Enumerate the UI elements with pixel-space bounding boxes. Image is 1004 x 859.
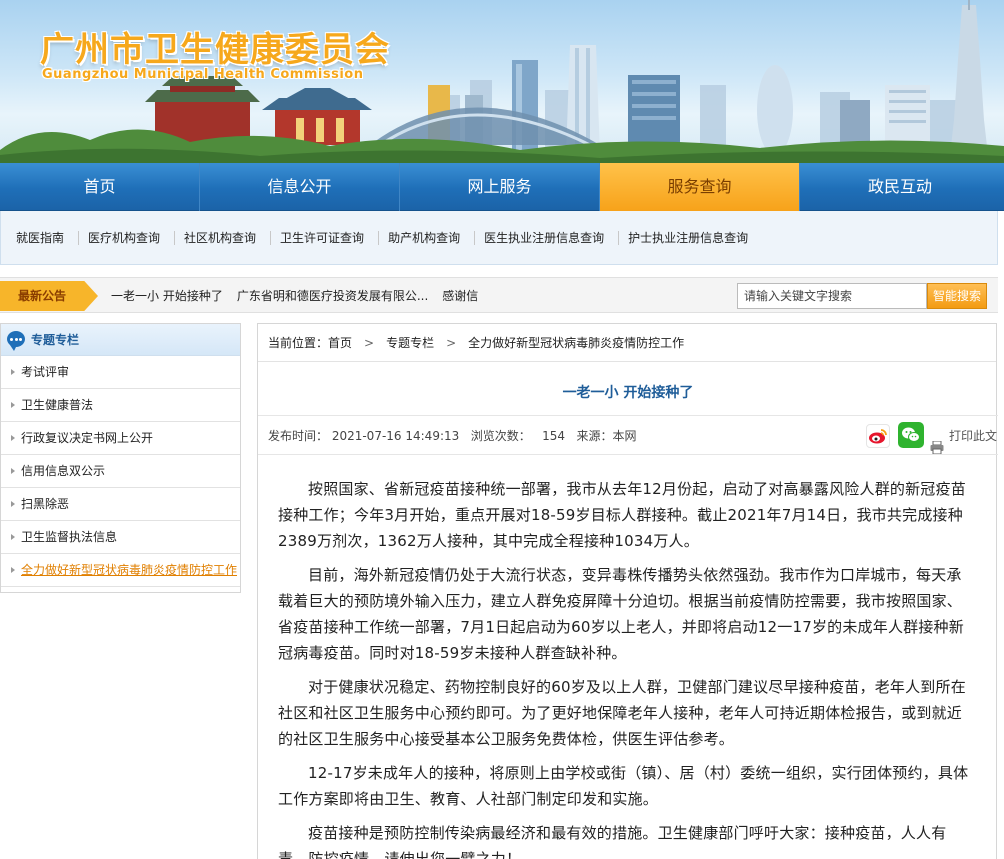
sidebar-item-health-supervision[interactable]: 卫生监督执法信息 [1, 521, 240, 554]
subnav-community-institution-query[interactable]: 社区机构查询 [175, 230, 272, 245]
notice-list: 一老一小 开始接种了 广东省明和德医疗投资发展有限公... 感谢信 [111, 278, 478, 314]
nav-home[interactable]: 首页 [0, 163, 200, 211]
nav-online-services[interactable]: 网上服务 [400, 163, 600, 211]
header-banner: 广州市卫生健康委员会 Guangzhou Municipal Health Co… [0, 0, 1004, 163]
sidebar-item-covid-prevention[interactable]: 全力做好新型冠状病毒肺炎疫情防控工作 [1, 554, 240, 587]
subnav-medical-guide[interactable]: 就医指南 [7, 230, 80, 245]
printer-icon [930, 430, 944, 455]
article-paragraph: 疫苗接种是预防控制传染病最经济和最有效的措施。卫生健康部门呼吁大家：接种疫苗，人… [278, 824, 947, 859]
main-navigation: 首页 信息公开 网上服务 服务查询 政民互动 [0, 163, 1004, 211]
sidebar-item-administrative-review[interactable]: 行政复议决定书网上公开 [1, 422, 240, 455]
nav-information-disclosure[interactable]: 信息公开 [200, 163, 400, 211]
sidebar-item-anti-crime[interactable]: 扫黑除恶 [1, 488, 240, 521]
breadcrumb-separator: > [364, 336, 375, 350]
article-panel: 当前位置： 首页 > 专题专栏 > 全力做好新型冠状病毒肺炎疫情防控工作 一老一… [257, 323, 998, 859]
notice-item[interactable]: 广东省明和德医疗投资发展有限公... [237, 278, 428, 314]
print-article-button[interactable]: 打印此文 [930, 416, 997, 456]
site-subtitle: Guangzhou Municipal Health Commission [42, 67, 364, 82]
nav-public-interaction[interactable]: 政民互动 [800, 163, 1000, 211]
article-meta: 发布时间： 2021-07-16 14:49:13 浏览次数： 154 来源：本… [258, 415, 998, 455]
sidebar-item-credit-info[interactable]: 信用信息双公示 [1, 455, 240, 488]
notice-bar: 最新公告 一老一小 开始接种了 广东省明和德医疗投资发展有限公... 感谢信 智… [0, 277, 998, 313]
wechat-share-icon[interactable] [898, 422, 924, 448]
subnav-nurse-registration-query[interactable]: 护士执业注册信息查询 [619, 231, 762, 245]
weibo-share-icon[interactable] [866, 424, 890, 448]
notice-item[interactable]: 感谢信 [442, 278, 478, 314]
breadcrumb-prefix: 当前位置： [268, 336, 329, 350]
sidebar-title: 专题专栏 [31, 333, 80, 347]
breadcrumb-home[interactable]: 首页 [328, 324, 352, 361]
article-paragraph: 12-17岁未成年人的接种，将原则上由学校或街（镇）、居（村）委统一组织，实行团… [278, 764, 969, 808]
sidebar-item-exam-review[interactable]: 考试评审 [1, 356, 240, 389]
latest-notice-label: 最新公告 [0, 281, 98, 311]
article-title: 一老一小 开始接种了 [562, 385, 694, 401]
article-body: 按照国家、省新冠疫苗接种统一部署，我市从去年12月份起，启动了对高暴露风险人群的… [278, 476, 970, 859]
print-article-label: 打印此文 [949, 429, 998, 443]
sidebar: 专题专栏 考试评审 卫生健康普法 行政复议决定书网上公开 信用信息双公示 扫黑除… [0, 323, 241, 593]
article-paragraph: 目前，海外新冠疫情仍处于大流行状态，变异毒株传播势头依然强劲。我市作为口岸城市，… [278, 566, 964, 662]
search-input[interactable] [737, 283, 927, 309]
article-paragraph: 按照国家、省新冠疫苗接种统一部署，我市从去年12月份起，启动了对高暴露风险人群的… [278, 480, 966, 550]
chat-bubble-icon [7, 331, 25, 351]
subnav-medical-institution-query[interactable]: 医疗机构查询 [79, 230, 176, 245]
subnav-health-license-query[interactable]: 卫生许可证查询 [271, 230, 380, 245]
sidebar-header: 专题专栏 [1, 324, 240, 356]
smart-search-button[interactable]: 智能搜索 [927, 283, 987, 309]
sub-navigation: 就医指南 医疗机构查询 社区机构查询 卫生许可证查询 助产机构查询 医生执业注册… [0, 211, 998, 265]
article-paragraph: 对于健康状况稳定、药物控制良好的60岁及以上人群，卫健部门建议尽早接种疫苗，老年… [278, 678, 966, 748]
article-meta-text: 发布时间： 2021-07-16 14:49:13 浏览次数： 154 来源：本… [268, 429, 637, 443]
breadcrumb-separator: > [446, 336, 457, 350]
breadcrumb-covid-prevention[interactable]: 全力做好新型冠状病毒肺炎疫情防控工作 [468, 324, 684, 361]
breadcrumb-special-topics[interactable]: 专题专栏 [386, 324, 434, 361]
notice-item[interactable]: 一老一小 开始接种了 [111, 278, 223, 314]
subnav-doctor-registration-query[interactable]: 医生执业注册信息查询 [475, 230, 620, 245]
breadcrumb: 当前位置： 首页 > 专题专栏 > 全力做好新型冠状病毒肺炎疫情防控工作 [258, 324, 996, 362]
site-title: 广州市卫生健康委员会 [40, 30, 390, 70]
subnav-midwifery-institution-query[interactable]: 助产机构查询 [379, 230, 476, 245]
sidebar-item-health-law[interactable]: 卫生健康普法 [1, 389, 240, 422]
nav-service-query[interactable]: 服务查询 [600, 163, 800, 211]
